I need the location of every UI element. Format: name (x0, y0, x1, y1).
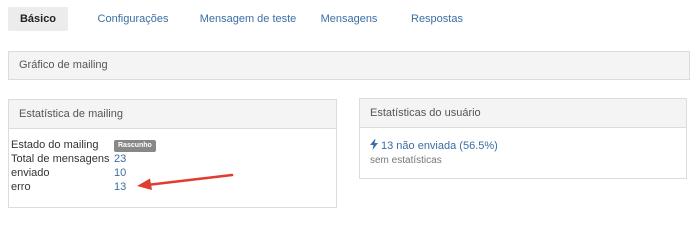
lightning-icon (370, 139, 378, 150)
user-stats-title: Estatísticas do usuário (360, 99, 686, 128)
tab-mensagens[interactable]: Mensagens (314, 7, 384, 31)
total-messages-label: Total de mensagens (11, 153, 110, 165)
tab-respostas[interactable]: Respostas (404, 7, 470, 31)
error-label: erro (11, 181, 31, 193)
not-sent-text[interactable]: 13 não enviada (56.5%) (381, 140, 498, 152)
mailing-chart-title: Gráfico de mailing (9, 52, 689, 79)
sent-label: enviado (11, 167, 50, 179)
status-badge: Rascunho (114, 140, 156, 152)
total-messages-value[interactable]: 23 (114, 153, 126, 165)
no-stats-text: sem estatísticas (370, 155, 442, 166)
sent-value[interactable]: 10 (114, 167, 126, 179)
mailing-state-label: Estado do mailing (11, 139, 99, 151)
mailing-chart-panel: Gráfico de mailing (8, 51, 690, 80)
tab-configuracoes[interactable]: Configurações (88, 7, 178, 31)
tab-mensagem-de-teste[interactable]: Mensagem de teste (193, 7, 303, 31)
not-sent-row[interactable]: 13 não enviada (56.5%) (370, 139, 498, 152)
error-value[interactable]: 13 (114, 181, 126, 193)
mailing-stats-title: Estatística de mailing (9, 100, 336, 129)
tab-basico[interactable]: Básico (8, 7, 68, 31)
